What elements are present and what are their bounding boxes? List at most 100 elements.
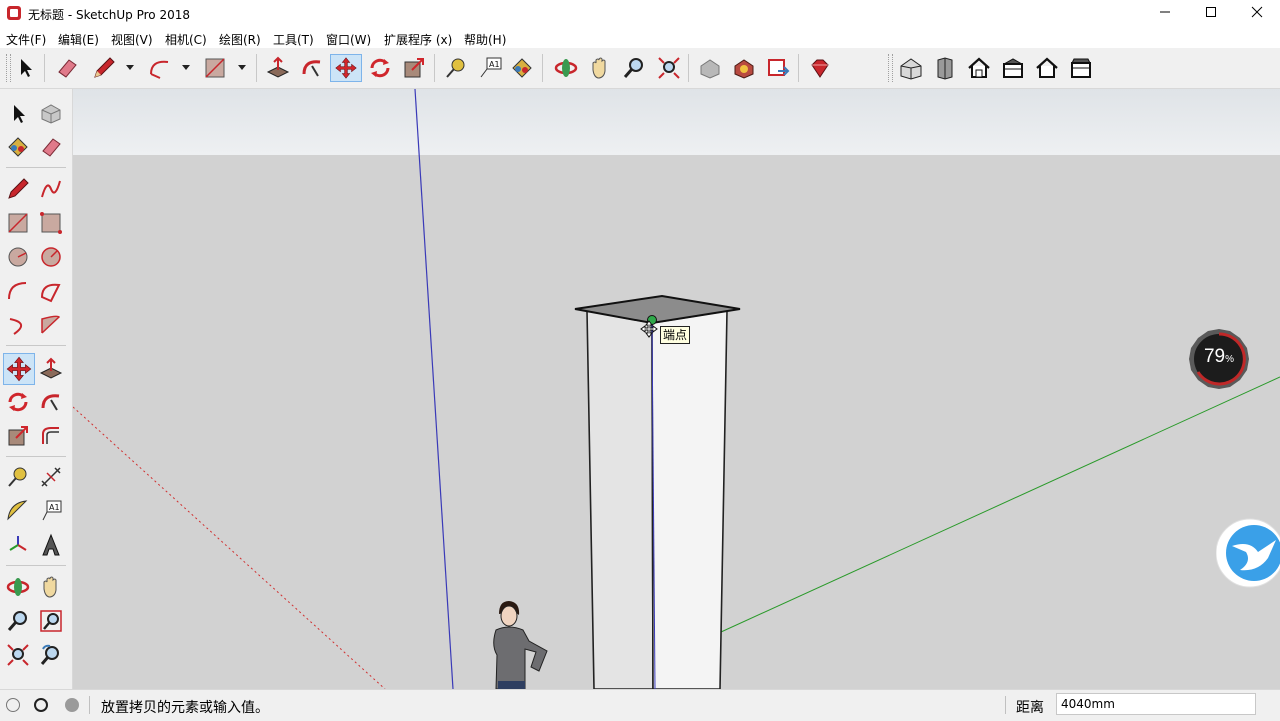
move-tool-button[interactable] [330, 54, 362, 82]
lt-paint-bucket-button[interactable] [4, 133, 32, 161]
menu-help[interactable]: 帮助(H) [464, 31, 506, 48]
lt-pan-button[interactable] [37, 573, 65, 601]
scale-tool-button[interactable] [400, 54, 428, 82]
measurement-input[interactable] [1056, 693, 1256, 715]
menu-tools[interactable]: 工具(T) [273, 31, 314, 48]
orbit-tool-button[interactable] [552, 54, 580, 82]
lt-protractor-button[interactable] [4, 497, 32, 525]
home-view-button[interactable] [965, 54, 993, 82]
lt-rotated-rectangle-button[interactable] [37, 209, 65, 237]
lt-push-pull-button[interactable] [37, 355, 65, 383]
inference-tooltip: 端点 [660, 326, 691, 344]
lt-select-button[interactable] [4, 99, 32, 127]
drawing-viewport[interactable] [73, 89, 1280, 689]
bottom-view-button[interactable] [1067, 54, 1095, 82]
menu-extensions[interactable]: 扩展程序 (x) [384, 31, 452, 48]
geo-location-icon[interactable] [6, 698, 20, 712]
menu-file[interactable]: 文件(F) [6, 31, 46, 48]
iso-view-button[interactable] [897, 54, 925, 82]
lt-rotate-button[interactable] [4, 388, 32, 416]
toolbar-grip[interactable] [6, 54, 11, 82]
lt-polygon-button[interactable] [37, 243, 65, 271]
select-tool-button[interactable] [12, 54, 40, 82]
scene-canvas[interactable] [73, 89, 1280, 689]
rectangle-dropdown-arrow[interactable] [238, 65, 246, 70]
toolbar-grip[interactable] [888, 54, 893, 82]
lt-two-point-arc-button[interactable] [37, 311, 65, 339]
menu-view[interactable]: 视图(V) [111, 31, 153, 48]
lt-text-button[interactable]: A1 [37, 497, 65, 525]
zoom-extents-tool-button[interactable] [655, 54, 683, 82]
info-icon[interactable] [34, 698, 48, 712]
menu-edit[interactable]: 编辑(E) [58, 31, 99, 48]
lt-rectangle-button[interactable] [4, 209, 32, 237]
pan-tool-button[interactable] [586, 54, 614, 82]
push-pull-tool-button[interactable] [264, 54, 292, 82]
lt-tape-measure-button[interactable] [4, 463, 32, 491]
lt-eraser-button[interactable] [37, 133, 65, 161]
eraser-tool-button[interactable] [53, 54, 81, 82]
offset-icon [42, 427, 59, 444]
3d-text-icon [42, 533, 60, 556]
close-button[interactable] [1234, 0, 1280, 28]
column-left-face [586, 310, 654, 689]
paint-bucket-icon [512, 58, 532, 78]
lt-move-button[interactable] [3, 353, 35, 385]
maximize-button[interactable] [1188, 0, 1234, 28]
lt-arc-button[interactable] [4, 277, 32, 305]
lt-zoom-window-button[interactable] [37, 607, 65, 635]
menu-draw[interactable]: 绘图(R) [219, 31, 261, 48]
lt-3d-text-button[interactable] [37, 531, 65, 559]
rectangle-tool-button[interactable] [201, 54, 229, 82]
right-view-button[interactable] [999, 54, 1027, 82]
lt-make-component-button[interactable] [37, 99, 65, 127]
rotate-tool-button[interactable] [366, 54, 394, 82]
lt-axes-button[interactable] [4, 531, 32, 559]
follow-me-tool-button[interactable] [298, 54, 326, 82]
scale-figure[interactable] [493, 601, 548, 689]
pencil-tool-button[interactable] [90, 54, 118, 82]
column-right-face [651, 310, 728, 689]
lt-dimension-button[interactable] [37, 463, 65, 491]
lt-previous-view-button[interactable] [37, 641, 65, 669]
lt-scale-button[interactable] [4, 422, 32, 450]
lt-follow-me-button[interactable] [37, 388, 65, 416]
move-icon [6, 356, 32, 382]
toolbar-separator [6, 167, 66, 168]
column-box[interactable] [574, 294, 741, 689]
paint-bucket-tool-button[interactable] [508, 54, 536, 82]
extension-warehouse-button[interactable] [730, 54, 758, 82]
send-to-layout-button[interactable] [764, 54, 792, 82]
user-account-icon[interactable] [65, 698, 79, 712]
ruby-console-button[interactable] [806, 54, 834, 82]
front-view-button[interactable] [931, 54, 959, 82]
minimize-button[interactable] [1142, 0, 1188, 28]
zoom-window-icon [40, 610, 62, 632]
red-axis [73, 406, 386, 689]
menu-window[interactable]: 窗口(W) [326, 31, 371, 48]
lt-pencil-button[interactable] [4, 175, 32, 203]
back-view-button[interactable] [1033, 54, 1061, 82]
lt-zoom-extents-button[interactable] [4, 641, 32, 669]
lt-circle-button[interactable] [4, 243, 32, 271]
arc-tool-button[interactable] [146, 54, 174, 82]
zoom-tool-button[interactable] [620, 54, 648, 82]
warehouse-button[interactable] [696, 54, 724, 82]
status-message: 放置拷贝的元素或输入值。 [101, 700, 269, 716]
lt-freehand-button[interactable] [37, 175, 65, 203]
menu-camera[interactable]: 相机(C) [165, 31, 207, 48]
zoom-icon [623, 58, 643, 78]
follow-me-icon [302, 60, 321, 77]
title-bar: 无标题 - SketchUp Pro 2018 [0, 0, 1280, 28]
lt-pie-button[interactable] [37, 277, 65, 305]
lt-orbit-button[interactable] [4, 573, 32, 601]
lt-offset-button[interactable] [37, 422, 65, 450]
floating-assistant-widget[interactable] [1216, 518, 1280, 588]
window-title: 无标题 - SketchUp Pro 2018 [28, 8, 190, 22]
lt-zoom-button[interactable] [4, 607, 32, 635]
text-tool-button[interactable]: A1 [477, 54, 505, 82]
arc-dropdown-arrow[interactable] [182, 65, 190, 70]
lt-three-point-arc-button[interactable] [4, 311, 32, 339]
pencil-dropdown-arrow[interactable] [126, 65, 134, 70]
tape-measure-tool-button[interactable] [442, 54, 470, 82]
